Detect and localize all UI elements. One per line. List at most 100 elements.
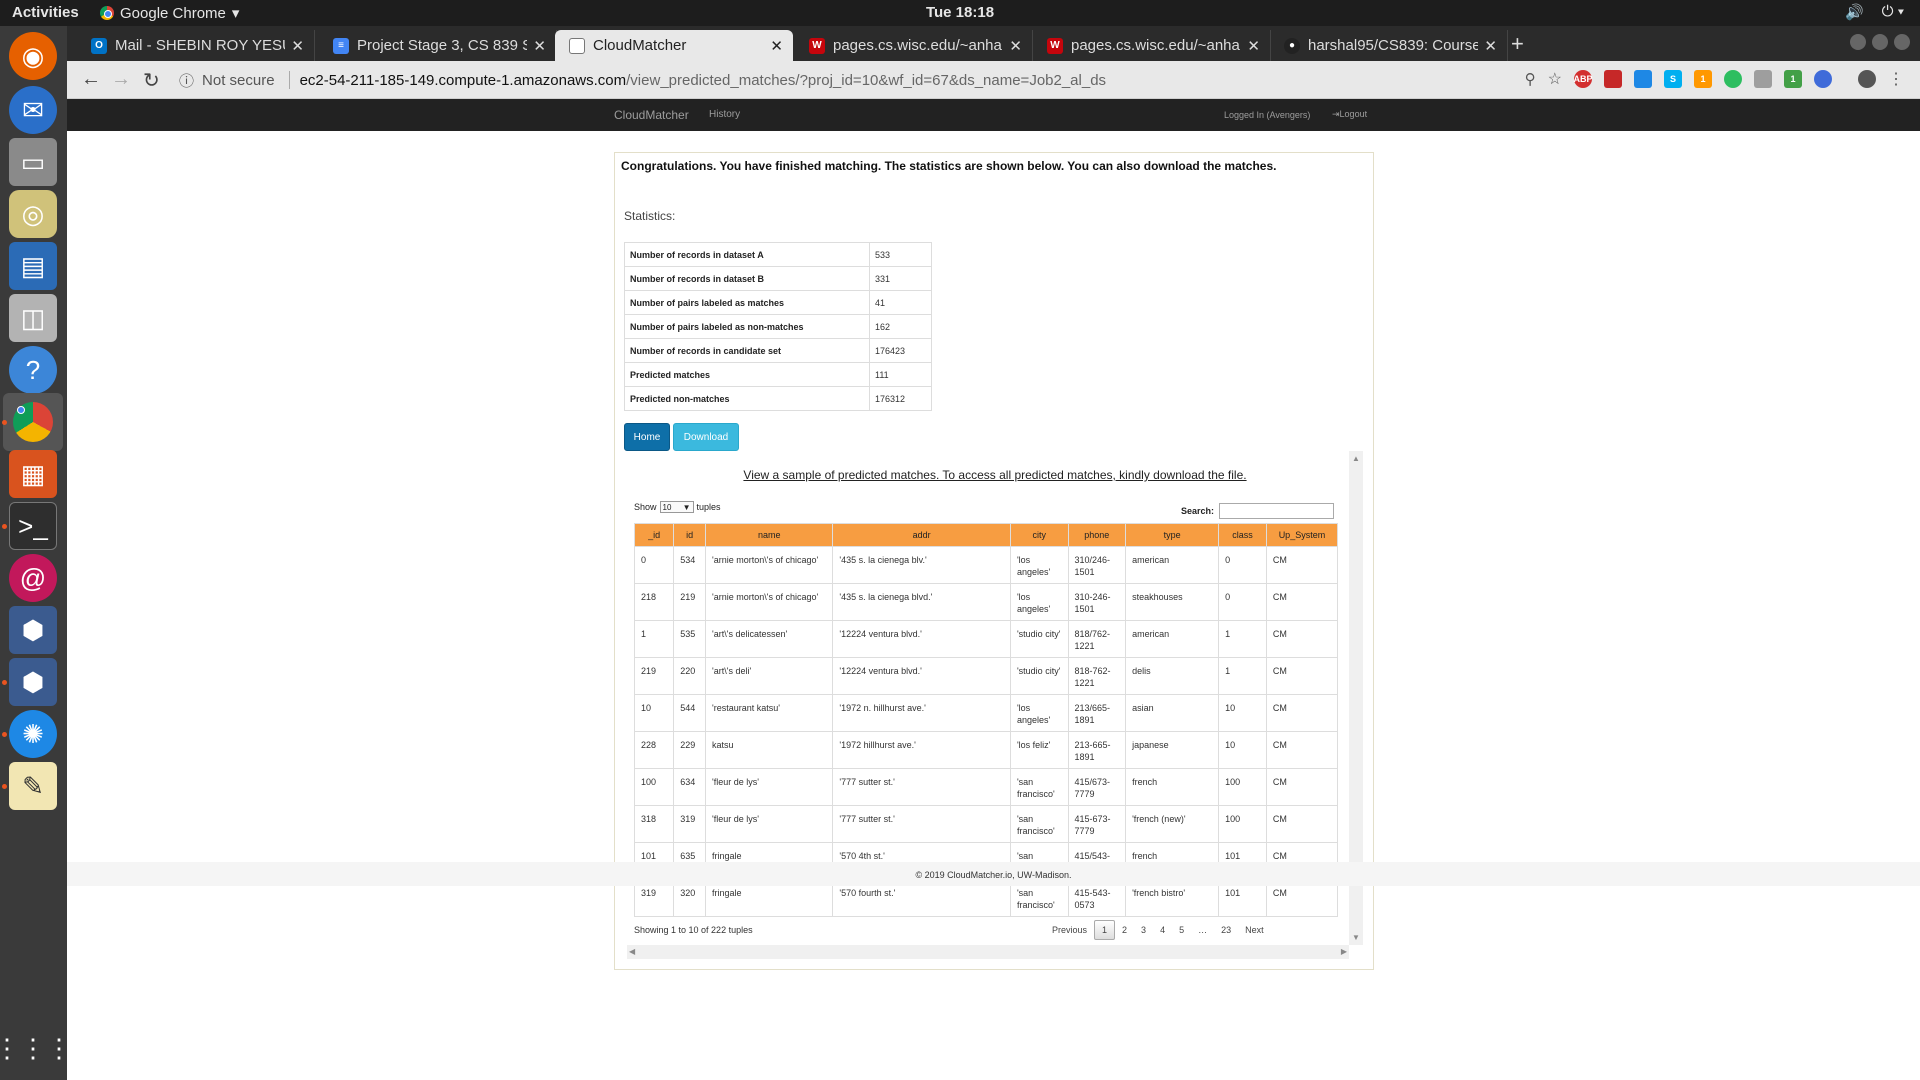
page-button[interactable]: 23	[1214, 921, 1238, 939]
cloud-extension-icon[interactable]	[1814, 70, 1832, 88]
table-cell: CM	[1265, 731, 1339, 769]
column-header-up-system[interactable]: Up_System	[1265, 523, 1339, 547]
clock[interactable]: Tue 18:18	[0, 4, 1920, 21]
page-button[interactable]: 4	[1153, 921, 1172, 939]
column-header-phone[interactable]: phone	[1067, 523, 1127, 547]
minimize-button[interactable]	[1850, 34, 1866, 50]
statistics-table: Number of records in dataset A 533 Number…	[624, 242, 932, 411]
writer-icon[interactable]: ▤	[9, 242, 57, 290]
evernote-extension-icon[interactable]	[1724, 70, 1742, 88]
page-icon	[569, 37, 585, 54]
virtualbox-icon[interactable]: ⬢	[9, 606, 57, 654]
scroll-up-icon[interactable]: ▲	[1352, 454, 1360, 463]
red-extension-icon[interactable]	[1604, 70, 1622, 88]
new-tab-button[interactable]: +	[1511, 31, 1524, 57]
terminal-icon[interactable]: >_	[9, 502, 57, 550]
forward-icon[interactable]: →	[111, 68, 131, 91]
tab-github[interactable]: ● harshal95/CS839: Course ✕	[1270, 30, 1508, 61]
bookmark-star-icon[interactable]: ☆	[1548, 69, 1562, 89]
table-cell: 'los angeles'	[1009, 694, 1069, 732]
rhythmbox-icon[interactable]: ◎	[9, 190, 57, 238]
scroll-down-icon[interactable]: ▼	[1352, 933, 1360, 942]
close-window-button[interactable]	[1894, 34, 1910, 50]
volume-icon[interactable]: 🔊	[1845, 3, 1864, 21]
page-button[interactable]: 3	[1134, 921, 1153, 939]
previous-page-button[interactable]: Previous	[1045, 921, 1094, 939]
url-path: /view_predicted_matches/?proj_id=10&wf_i…	[626, 71, 1107, 89]
table-cell: 818-762-1221	[1067, 657, 1127, 695]
chrome-dock-icon[interactable]	[3, 393, 63, 451]
page-button[interactable]: 2	[1115, 921, 1134, 939]
home-button[interactable]: Home	[624, 423, 670, 451]
column-header-type[interactable]: type	[1125, 523, 1220, 547]
brand-link[interactable]: CloudMatcher	[614, 108, 689, 122]
table-cell: 10	[1218, 731, 1267, 769]
page-button[interactable]: 5	[1172, 921, 1191, 939]
divider	[288, 71, 290, 89]
page-length-select[interactable]: 10 ▼	[659, 501, 694, 513]
profile-avatar[interactable]	[1858, 70, 1876, 88]
table-cell: CM	[1265, 805, 1339, 843]
info-icon[interactable]: ⓘ	[179, 70, 194, 91]
firefox-icon[interactable]: ◉	[9, 32, 57, 80]
tab-pages-1[interactable]: W pages.cs.wisc.edu/~anha ✕	[795, 30, 1033, 61]
next-page-button[interactable]: Next	[1238, 921, 1271, 939]
tab-project[interactable]: ≡ Project Stage 3, CS 839 Sp ✕	[319, 30, 557, 61]
search-input[interactable]	[1219, 503, 1335, 519]
app-menu[interactable]: Google Chrome ▾	[100, 4, 239, 22]
close-icon[interactable]: ✕	[770, 37, 783, 55]
column-header-class[interactable]: class	[1218, 523, 1267, 547]
close-icon[interactable]: ✕	[291, 37, 304, 55]
sample-matches-link[interactable]: View a sample of predicted matches. To a…	[615, 468, 1375, 482]
tab-pages-2[interactable]: W pages.cs.wisc.edu/~anha ✕	[1033, 30, 1271, 61]
power-icon[interactable]: ⏻ ▾	[1882, 3, 1904, 21]
system-tray[interactable]: 🔊 ⏻ ▾	[1845, 3, 1904, 21]
software-icon[interactable]: ◫	[9, 294, 57, 342]
plane-extension-icon[interactable]: 1	[1694, 70, 1712, 88]
virtualbox-alt-icon[interactable]: ⬢	[9, 658, 57, 706]
zoom-icon[interactable]: ⚲	[1525, 70, 1536, 88]
close-icon[interactable]: ✕	[1484, 37, 1497, 55]
thunderbird-icon[interactable]: ✉	[9, 86, 57, 134]
activities-button[interactable]: Activities	[12, 4, 79, 21]
abp-extension-icon[interactable]: ABP	[1574, 70, 1593, 88]
maximize-button[interactable]	[1872, 34, 1888, 50]
impress-icon[interactable]: ▦	[9, 450, 57, 498]
files-icon[interactable]: ▭	[9, 138, 57, 186]
back-icon[interactable]: ←	[81, 68, 101, 91]
skype-extension-icon[interactable]: S	[1664, 70, 1682, 88]
blue-extension-icon[interactable]	[1634, 70, 1652, 88]
text-editor-icon[interactable]: ✎	[9, 762, 57, 810]
reload-icon[interactable]: ↻	[143, 68, 160, 93]
table-cell: french	[1125, 768, 1220, 806]
show-apps-icon[interactable]: ⋮⋮⋮	[0, 1024, 72, 1072]
stats-row: Number of records in dataset B 331	[624, 266, 932, 291]
column-header-_id[interactable]: _id	[633, 523, 675, 547]
download-button[interactable]: Download	[673, 423, 739, 451]
tab-mail[interactable]: O Mail - SHEBIN ROY YESUD ✕	[77, 30, 315, 61]
menu-dots-icon[interactable]: ⋮	[1888, 69, 1904, 89]
close-icon[interactable]: ✕	[533, 37, 546, 55]
table-cell: '777 sutter st.'	[832, 768, 1011, 806]
scroll-left-icon[interactable]: ◀	[629, 947, 635, 956]
column-header-addr[interactable]: addr	[832, 523, 1011, 547]
settings-icon[interactable]: ✺	[9, 710, 57, 758]
horizontal-scrollbar[interactable]: ◀ ▶	[627, 945, 1349, 959]
page-button-current[interactable]: 1	[1094, 920, 1116, 940]
green-extension-icon[interactable]: 1	[1784, 70, 1802, 88]
tab-cloudmatcher[interactable]: CloudMatcher ✕	[555, 30, 793, 61]
address-bar[interactable]: ⓘ Not secure ec2-54-211-185-149.compute-…	[179, 66, 1559, 94]
table-cell: 'studio city'	[1009, 620, 1069, 658]
scroll-right-icon[interactable]: ▶	[1341, 947, 1347, 956]
column-header-name[interactable]: name	[705, 523, 834, 547]
debian-icon[interactable]: @	[9, 554, 57, 602]
close-icon[interactable]: ✕	[1247, 37, 1260, 55]
column-header-id[interactable]: id	[673, 523, 707, 547]
history-link[interactable]: History	[709, 109, 740, 120]
column-header-city[interactable]: city	[1009, 523, 1069, 547]
close-icon[interactable]: ✕	[1009, 37, 1022, 55]
chevron-down-icon: ▼	[682, 502, 691, 512]
help-icon[interactable]: ?	[9, 346, 57, 394]
grey-extension-icon[interactable]	[1754, 70, 1772, 88]
logout-link[interactable]: ⇥Logout	[1332, 109, 1367, 120]
